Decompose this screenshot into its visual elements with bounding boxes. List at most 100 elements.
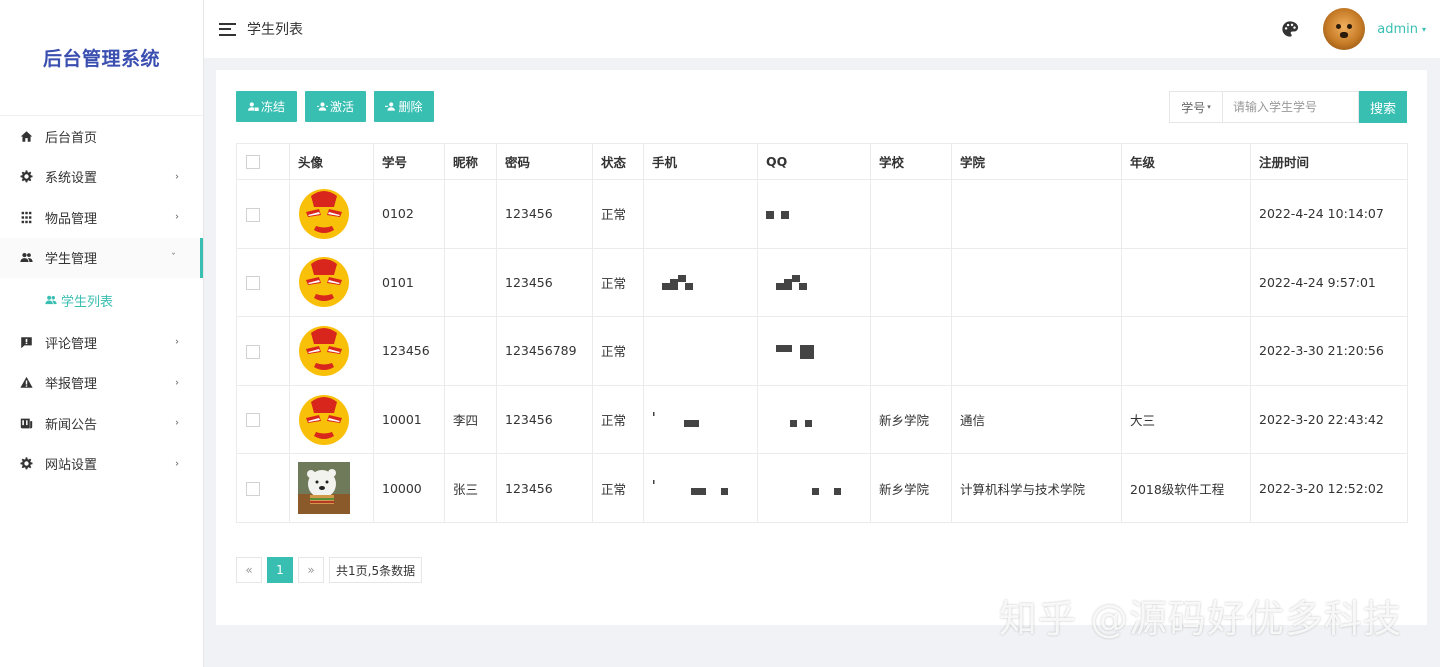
chevron-down-icon: ˇ bbox=[171, 252, 176, 264]
table-header-row: 头像 学号 昵称 密码 状态 手机 QQ 学校 学院 年级 注册时间 bbox=[236, 143, 1408, 180]
school-cell bbox=[870, 247, 952, 318]
caret-down-icon: ▾ bbox=[1421, 24, 1426, 34]
password-cell: 123456 bbox=[496, 453, 593, 523]
student-id-cell: 123456 bbox=[373, 316, 445, 386]
column-header-college: 学院 bbox=[951, 143, 1122, 180]
freeze-button-label: 冻结 bbox=[260, 100, 285, 114]
column-header-grade: 年级 bbox=[1121, 143, 1251, 180]
sidebar-item-label: 物品管理 bbox=[45, 211, 98, 227]
column-header-avatar: 头像 bbox=[289, 143, 374, 180]
freeze-button[interactable]: 冻结 bbox=[236, 91, 297, 122]
status-cell: 正常 bbox=[592, 316, 644, 386]
column-header-status: 状态 bbox=[592, 143, 644, 180]
register-time-cell: 2022-3-20 12:52:02 bbox=[1250, 453, 1408, 523]
search-input[interactable] bbox=[1222, 91, 1359, 123]
prev-page-button[interactable]: « bbox=[236, 557, 262, 583]
users-icon bbox=[18, 250, 34, 266]
sidebar-item-students[interactable]: 学生管理 ˇ bbox=[0, 237, 203, 278]
row-select-cell bbox=[236, 179, 290, 249]
college-cell: 计算机科学与技术学院 bbox=[951, 453, 1122, 523]
page-1-button[interactable]: 1 bbox=[267, 557, 293, 583]
menu-toggle-icon[interactable] bbox=[219, 22, 236, 36]
sidebar-item-news[interactable]: 新闻公告 › bbox=[0, 403, 203, 444]
user-avatar[interactable] bbox=[1323, 8, 1366, 50]
table-row[interactable]: 10000 张三 123456 正常 新乡学院 计算机科学与技术学院 2018级… bbox=[236, 453, 1408, 523]
sidebar-item-label: 网站设置 bbox=[45, 458, 98, 474]
password-cell: 123456789 bbox=[496, 316, 593, 386]
table-row[interactable]: 123456 123456789 正常 2022-3-30 21:20:56 bbox=[236, 316, 1408, 386]
user-name: admin bbox=[1377, 21, 1418, 37]
grade-cell bbox=[1121, 316, 1251, 386]
chevron-right-icon: › bbox=[175, 458, 179, 470]
select-all-cell bbox=[236, 143, 290, 180]
table-row[interactable]: 10001 李四 123456 正常 新乡学院 通信 大三 2022-3-20 … bbox=[236, 384, 1408, 455]
school-cell bbox=[870, 179, 952, 249]
user-menu[interactable]: admin ▾ bbox=[1377, 22, 1426, 37]
ironman-avatar bbox=[299, 394, 349, 445]
row-select-cell bbox=[236, 384, 290, 455]
ironman-avatar bbox=[299, 257, 349, 308]
sidebar-item-site-settings[interactable]: 网站设置 › bbox=[0, 444, 203, 485]
delete-button[interactable]: 删除 bbox=[374, 91, 434, 122]
grade-cell: 2018级软件工程 bbox=[1121, 453, 1251, 523]
student-id-cell: 0101 bbox=[373, 247, 445, 318]
chevron-right-icon: › bbox=[175, 171, 179, 183]
table-row[interactable]: 0102 123456 正常 2022-4-24 10:14:07 bbox=[236, 179, 1408, 249]
row-checkbox[interactable] bbox=[246, 344, 260, 359]
sidebar-item-label: 学生管理 bbox=[45, 252, 98, 268]
row-select-cell bbox=[236, 247, 290, 318]
comment-icon bbox=[18, 334, 34, 350]
redacted-block bbox=[781, 210, 789, 219]
redacted-block bbox=[653, 480, 728, 496]
sidebar-item-system-settings[interactable]: 系统设置 › bbox=[0, 157, 203, 198]
search-type-select[interactable]: 学号 ▾ bbox=[1169, 91, 1222, 123]
sidebar-item-goods[interactable]: 物品管理 › bbox=[0, 197, 203, 238]
search-button[interactable]: 搜索 bbox=[1359, 91, 1407, 123]
password-cell: 123456 bbox=[496, 247, 593, 318]
palette-icon[interactable] bbox=[1281, 20, 1299, 38]
sidebar-item-home[interactable]: 后台首页 bbox=[0, 116, 203, 157]
redacted-block bbox=[776, 345, 814, 360]
redacted-block bbox=[776, 274, 807, 290]
college-cell bbox=[951, 316, 1122, 386]
redacted-block bbox=[653, 411, 699, 427]
sidebar-item-label: 举报管理 bbox=[45, 377, 98, 393]
sidebar-item-label: 后台首页 bbox=[45, 130, 98, 146]
redacted-block bbox=[766, 210, 774, 219]
chevron-right-icon: › bbox=[175, 377, 179, 389]
watermark-text: 知乎 @源码好优多科技 bbox=[998, 597, 1402, 641]
next-page-button[interactable]: » bbox=[298, 557, 324, 583]
avatar-cell bbox=[289, 453, 374, 523]
activate-button[interactable]: 激活 bbox=[305, 91, 366, 122]
sidebar: 后台管理系统 后台首页 系统设置 › 物品管理 › 学生管理 ˇ 学生列表 评论… bbox=[0, 0, 204, 667]
college-cell bbox=[951, 179, 1122, 249]
column-header-school: 学校 bbox=[870, 143, 952, 180]
column-header-qq: QQ bbox=[757, 143, 871, 180]
row-checkbox[interactable] bbox=[246, 207, 260, 222]
nickname-cell: 李四 bbox=[444, 384, 497, 455]
row-checkbox[interactable] bbox=[246, 413, 260, 428]
grade-cell: 大三 bbox=[1121, 384, 1251, 455]
row-checkbox[interactable] bbox=[246, 276, 260, 291]
status-cell: 正常 bbox=[592, 247, 644, 318]
table-row[interactable]: 0101 123456 正常 2022-4-24 9:57:01 bbox=[236, 247, 1408, 318]
caret-down-icon: ▾ bbox=[1207, 103, 1211, 111]
row-checkbox[interactable] bbox=[246, 481, 260, 496]
qq-cell bbox=[757, 453, 871, 523]
activate-button-label: 激活 bbox=[329, 100, 354, 114]
column-header-password: 密码 bbox=[496, 143, 593, 180]
sidebar-subitem-student-list[interactable]: 学生列表 bbox=[0, 278, 203, 322]
page-title: 学生列表 bbox=[247, 22, 303, 38]
top-bar: 学生列表 admin ▾ bbox=[204, 0, 1440, 58]
user-check-icon bbox=[316, 102, 328, 111]
sidebar-item-comments[interactable]: 评论管理 › bbox=[0, 322, 203, 363]
student-id-cell: 10000 bbox=[373, 453, 445, 523]
phone-cell bbox=[643, 179, 758, 249]
grade-cell bbox=[1121, 247, 1251, 318]
sidebar-item-reports[interactable]: 举报管理 › bbox=[0, 363, 203, 404]
register-time-cell: 2022-3-30 21:20:56 bbox=[1250, 316, 1408, 386]
column-header-nickname: 昵称 bbox=[444, 143, 497, 180]
row-select-cell bbox=[236, 316, 290, 386]
avatar-cell bbox=[289, 316, 374, 386]
select-all-checkbox[interactable] bbox=[246, 155, 260, 170]
